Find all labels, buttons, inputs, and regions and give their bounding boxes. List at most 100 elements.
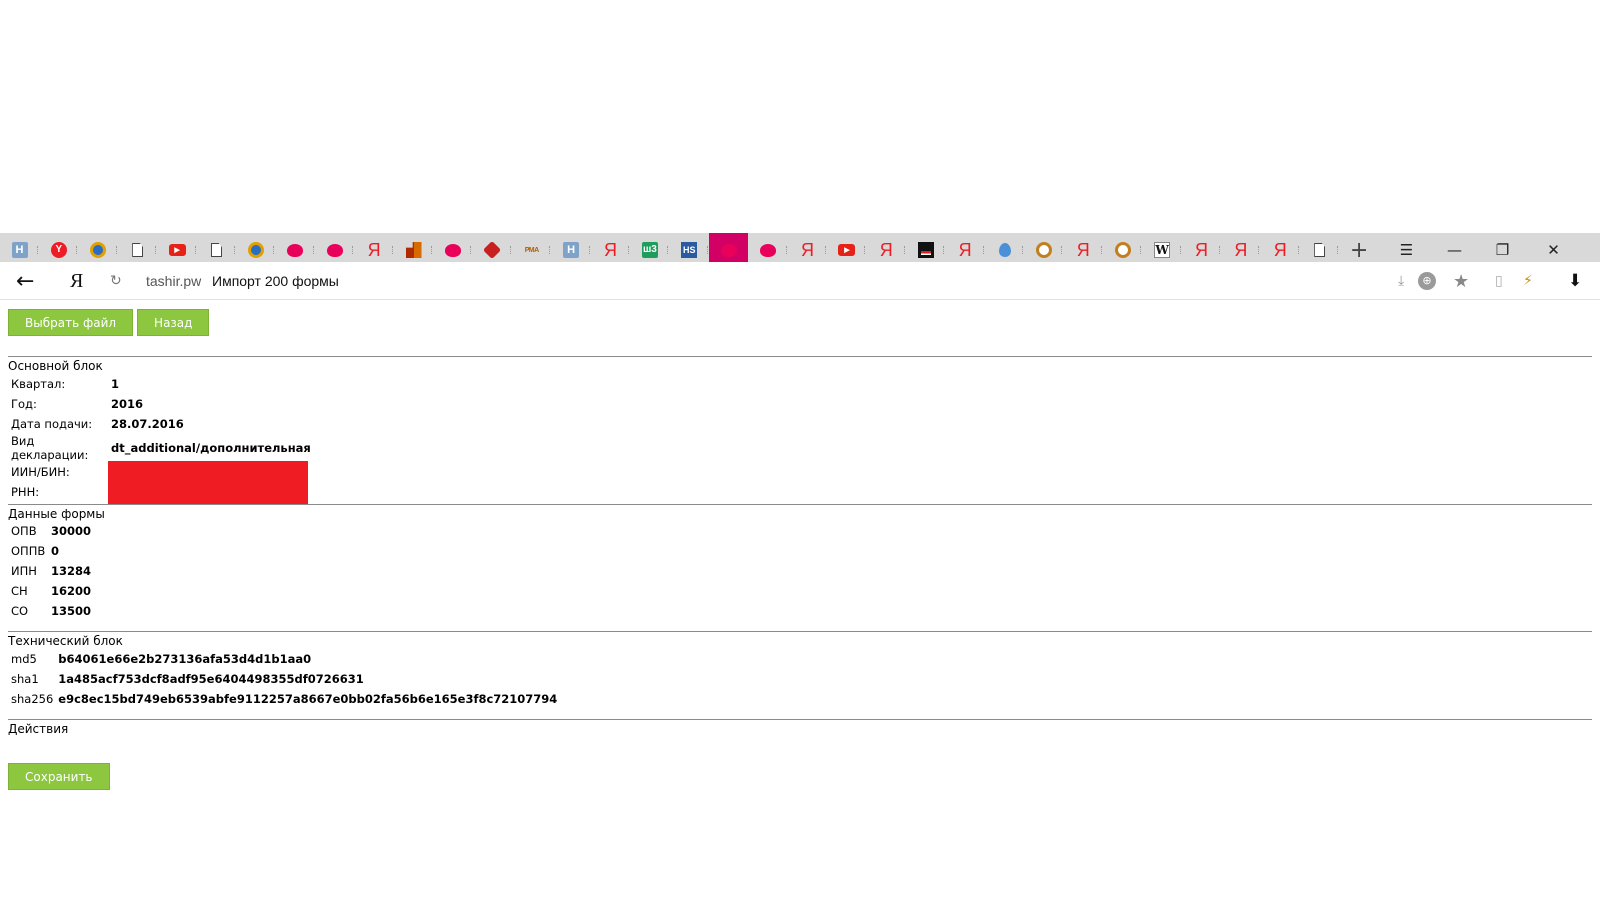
document-icon xyxy=(211,243,222,257)
actions-area: Сохранить xyxy=(8,763,110,790)
rma-icon: РМА xyxy=(524,246,539,254)
table-row: ОППВ 0 xyxy=(9,541,94,561)
form-data-legend: Данные формы xyxy=(8,507,105,521)
table-row: Квартал: 1 xyxy=(9,374,314,394)
field-label: ИИН/БИН: xyxy=(11,465,70,479)
reload-icon[interactable]: ↻ xyxy=(110,262,122,300)
yandex-icon: Я xyxy=(604,240,617,260)
document-icon xyxy=(1314,243,1326,257)
green-site-icon: ш3 xyxy=(641,242,658,258)
yandex-icon: Я xyxy=(801,240,814,260)
extension-icon[interactable]: ⚡ xyxy=(1523,262,1533,300)
page-title[interactable]: Импорт 200 формы xyxy=(212,262,339,300)
field-label: sha1 xyxy=(11,672,39,686)
yandex-icon: Я xyxy=(1076,240,1090,260)
field-value: 13500 xyxy=(51,604,92,618)
yandex-icon: Я xyxy=(958,240,972,260)
table-row: md5 b64061e66e2b273136afa53d4d1b1aa0 xyxy=(9,649,560,669)
blocks-icon xyxy=(405,242,422,258)
tech-block-table: md5 b64061e66e2b273136afa53d4d1b1aa0 sha1 1… xyxy=(9,649,560,709)
bookmark-star-icon[interactable]: ★ xyxy=(1453,262,1469,300)
field-label: sha256 xyxy=(11,692,54,706)
download-page-icon[interactable]: ⤓ xyxy=(1398,262,1404,300)
field-label: Дата подачи: xyxy=(11,417,93,431)
save-button[interactable]: Сохранить xyxy=(8,763,110,790)
table-row: СО 13500 xyxy=(9,601,94,621)
field-value: 0 xyxy=(51,544,60,558)
choose-file-button[interactable]: Выбрать файл xyxy=(8,309,134,336)
main-block-legend: Основной блок xyxy=(8,359,103,373)
table-row: Год: 2016 xyxy=(9,394,314,414)
field-label: md5 xyxy=(11,652,37,666)
field-label: Квартал: xyxy=(11,377,66,391)
table-row: СН 16200 xyxy=(9,581,94,601)
field-label: СО xyxy=(11,604,29,618)
table-row: Дата подачи: 28.07.2016 xyxy=(9,414,314,434)
speech-bubble-icon xyxy=(760,243,777,257)
mail-icon xyxy=(247,242,264,258)
field-value: 28.07.2016 xyxy=(111,417,184,431)
back-button[interactable]: Назад xyxy=(137,309,210,336)
speech-bubble-icon xyxy=(444,243,461,257)
yandex-browser-icon: Y xyxy=(50,242,67,258)
youtube-icon: ▶ xyxy=(168,244,186,256)
yandex-icon: Я xyxy=(1234,240,1248,260)
field-value: b64061e66e2b273136afa53d4d1b1aa0 xyxy=(58,652,312,666)
mail-icon xyxy=(90,242,107,258)
field-value: 1 xyxy=(111,377,120,391)
field-label: РНН: xyxy=(11,485,40,499)
table-row: ИПН 13284 xyxy=(9,561,94,581)
top-buttons: Выбрать файл Назад xyxy=(8,309,210,336)
field-value: 1a485acf753dcf8adf95e6404498355df0726631 xyxy=(58,672,364,686)
address-bar: ← Я ↻ tashir.pw Импорт 200 формы ⤓ ⊕ ★ ▯… xyxy=(0,262,1600,300)
field-value: 16200 xyxy=(51,584,92,598)
yandex-logo-icon[interactable]: Я xyxy=(70,262,83,300)
yandex-icon: Я xyxy=(1273,240,1287,260)
protect-icon[interactable]: ⊕ xyxy=(1418,262,1436,300)
table-row: sha256 e9c8ec15bd749eb6539abfe9112257a866… xyxy=(9,689,560,709)
field-label: Вид декларации: xyxy=(11,434,89,462)
letter-icon: H xyxy=(11,242,28,258)
divider xyxy=(8,356,1592,357)
redaction-box xyxy=(108,461,308,504)
divider xyxy=(8,719,1592,720)
hs-icon: HS xyxy=(681,242,698,258)
speech-bubble-icon xyxy=(287,243,304,257)
field-value: 2016 xyxy=(111,397,144,411)
table-row: sha1 1a485acf753dcf8adf95e6404498355df072… xyxy=(9,669,560,689)
field-label: ИПН xyxy=(11,564,37,578)
field-label: ОПВ xyxy=(11,524,37,538)
actions-legend: Действия xyxy=(8,722,69,736)
gear-icon xyxy=(1114,242,1131,258)
divider xyxy=(8,504,1592,505)
speech-bubble-icon xyxy=(720,243,737,257)
field-value: e9c8ec15bd749eb6539abfe9112257a8667e0bb0… xyxy=(58,692,558,706)
extension-icon[interactable]: ▯ xyxy=(1495,262,1503,300)
protect-icon-glyph: ⊕ xyxy=(1418,272,1436,290)
tech-block-legend: Технический блок xyxy=(8,634,123,648)
field-value: 13284 xyxy=(51,564,92,578)
field-label: СН xyxy=(11,584,28,598)
field-value: 30000 xyxy=(51,524,92,538)
field-value: dt_additional/дополнительная xyxy=(111,441,311,455)
youtube-icon: ▶ xyxy=(838,244,856,256)
document-icon xyxy=(132,243,144,257)
back-arrow-icon[interactable]: ← xyxy=(16,262,34,300)
form-data-table: ОПВ 30000 ОППВ 0 ИПН 13284 СН 16200 СО 13500 xyxy=(9,521,94,621)
speech-bubble-icon xyxy=(326,243,343,257)
table-row: ОПВ 30000 xyxy=(9,521,94,541)
yandex-icon: Я xyxy=(367,240,381,260)
letter-icon: H xyxy=(563,242,580,258)
downloads-icon[interactable]: ⬇ xyxy=(1568,262,1582,300)
divider xyxy=(8,631,1592,632)
url-host[interactable]: tashir.pw xyxy=(146,262,201,300)
gear-icon xyxy=(1035,242,1052,258)
yandex-icon: Я xyxy=(1195,240,1208,260)
wikipedia-icon: W xyxy=(1154,242,1171,258)
plus-icon: + xyxy=(1349,237,1369,263)
field-label: Год: xyxy=(11,397,37,411)
drop-icon xyxy=(998,243,1011,257)
flag-icon xyxy=(917,242,934,258)
field-label: ОППВ xyxy=(11,544,46,558)
yandex-icon: Я xyxy=(879,240,893,260)
